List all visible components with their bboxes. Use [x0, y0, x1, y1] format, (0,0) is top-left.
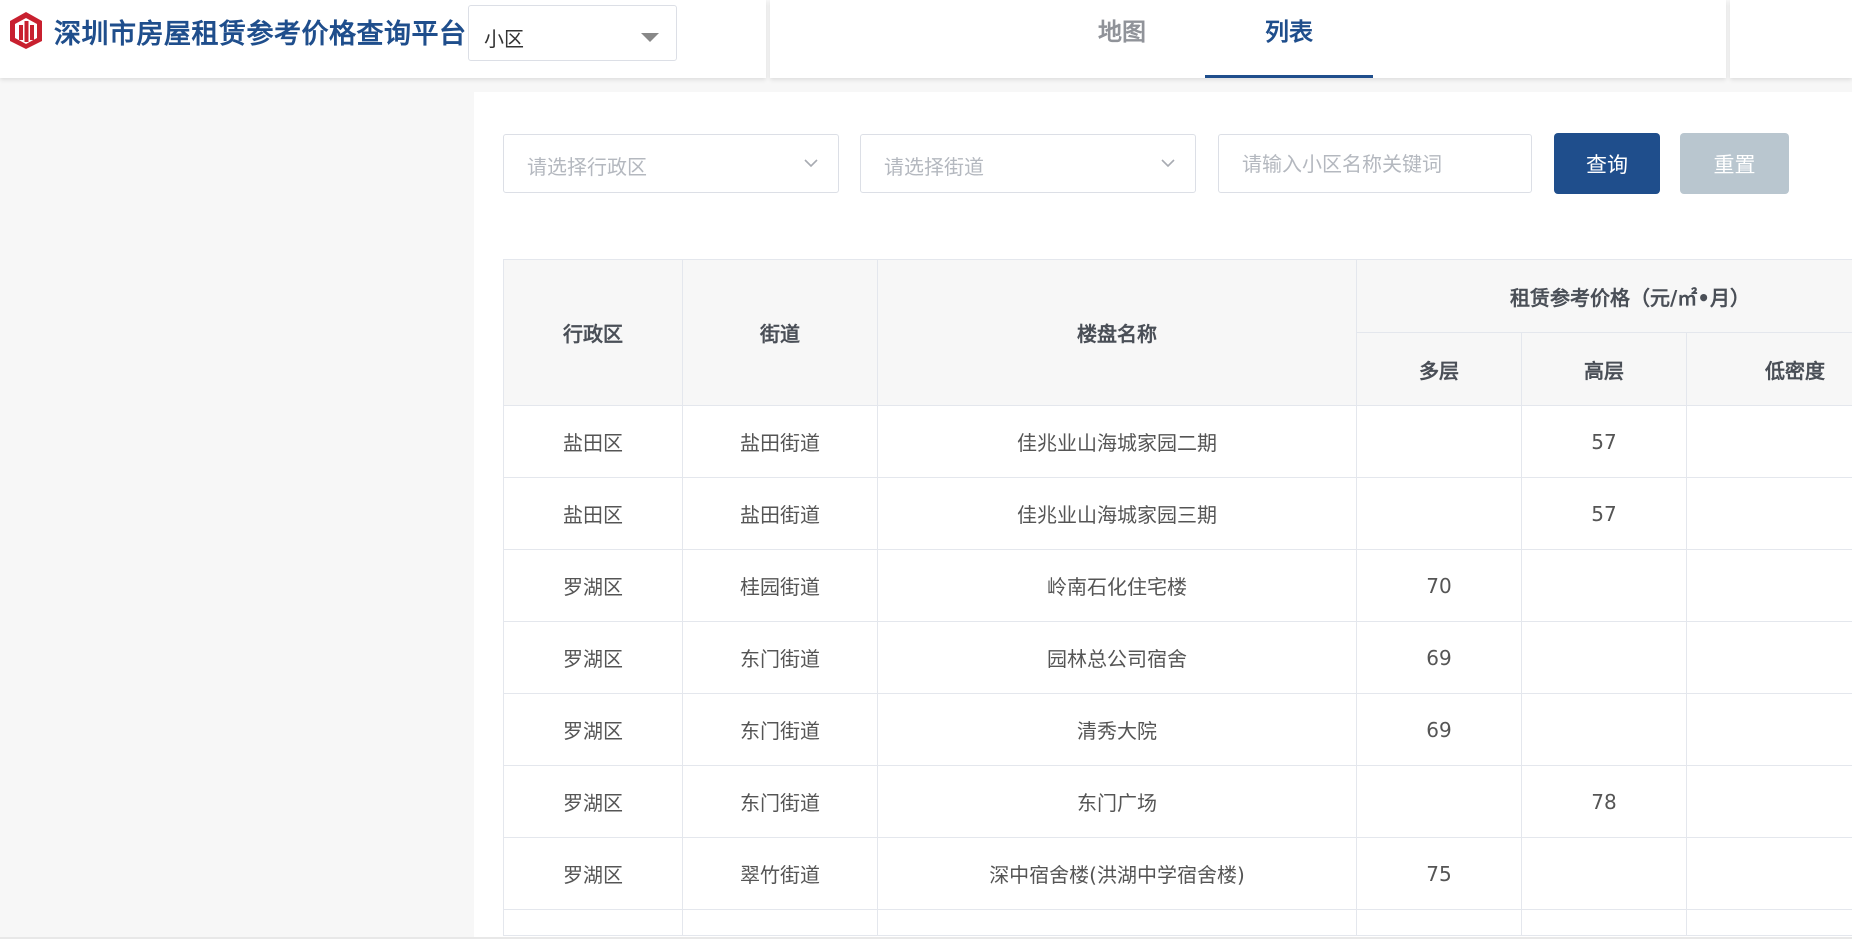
estate-keyword-input[interactable]: [1218, 134, 1532, 193]
cell-high: 57: [1521, 405, 1687, 478]
cell-street: 东门街道: [682, 765, 878, 838]
cell-multi: [1356, 477, 1522, 550]
col-street-header: 街道: [682, 259, 878, 406]
cell-high: 57: [1521, 477, 1687, 550]
cell-multi: 69: [1356, 621, 1522, 694]
district-select[interactable]: 请选择行政区: [503, 134, 839, 193]
street-placeholder: 请选择街道: [884, 155, 984, 179]
header-right: [1730, 0, 1852, 78]
cell-street: 翠竹街道: [682, 837, 878, 910]
cell-multi: 69: [1356, 693, 1522, 766]
col-low-header: 低密度: [1685, 332, 1852, 406]
table-row: 盐田区 盐田街道 佳兆业山海城家园二期 57: [503, 405, 1852, 478]
cell-district: 罗湖区: [503, 765, 683, 838]
cell-district: 罗湖区: [503, 621, 683, 694]
col-high-header: 高层: [1521, 332, 1687, 406]
table-row: 罗湖区 翠竹街道 深中宿舍楼(洪湖中学宿舍楼) 75: [503, 837, 1852, 910]
cell-street: 东门街道: [682, 621, 878, 694]
cell-district: 盐田区: [503, 477, 683, 550]
tab-map[interactable]: 地图: [1038, 0, 1206, 78]
cell-high: [1521, 621, 1687, 694]
table-row: 罗湖区 桂园街道 岭南石化住宅楼 70: [503, 549, 1852, 622]
col-estate-header: 楼盘名称: [877, 259, 1357, 406]
cell-street: 盐田街道: [682, 405, 878, 478]
site-title: 深圳市房屋租赁参考价格查询平台: [54, 19, 467, 50]
search-type-value: 小区: [484, 27, 524, 51]
cell-low: [1685, 477, 1852, 550]
cell-low: [1685, 837, 1852, 910]
chevron-down-icon: [804, 159, 818, 168]
cell-multi: [1356, 765, 1522, 838]
price-group-header: 租赁参考价格（元/㎡•月）: [1355, 259, 1852, 333]
search-type-dropdown[interactable]: 小区: [468, 5, 677, 61]
reset-button[interactable]: 重置: [1680, 133, 1789, 194]
cell-estate: 佳兆业山海城家园三期: [877, 477, 1357, 550]
cell-low: [1685, 405, 1852, 478]
cell-estate: 深中宿舍楼(洪湖中学宿舍楼): [877, 837, 1357, 910]
cell-street: 桂园街道: [682, 549, 878, 622]
cell-estate: 东门广场: [877, 765, 1357, 838]
cell-estate: 清秀大院: [877, 693, 1357, 766]
cell-district: 罗湖区: [503, 549, 683, 622]
cell-street: 盐田街道: [682, 477, 878, 550]
cell-estate: 岭南石化住宅楼: [877, 549, 1357, 622]
cell-high: [1521, 837, 1687, 910]
cell-empty: [1521, 909, 1687, 936]
view-tabs: 地图 列表: [770, 0, 1726, 78]
cell-low: [1685, 765, 1852, 838]
cell-low: [1685, 621, 1852, 694]
cell-multi: 70: [1356, 549, 1522, 622]
cell-empty: [682, 909, 878, 936]
cell-empty: [1685, 909, 1852, 936]
table-row-partial: [503, 909, 1852, 936]
cell-high: [1521, 549, 1687, 622]
street-select[interactable]: 请选择街道: [860, 134, 1196, 193]
tab-list[interactable]: 列表: [1205, 0, 1373, 78]
cell-multi: [1356, 405, 1522, 478]
table-row: 罗湖区 东门街道 清秀大院 69: [503, 693, 1852, 766]
cell-district: 罗湖区: [503, 837, 683, 910]
table-row: 罗湖区 东门街道 园林总公司宿舍 69: [503, 621, 1852, 694]
col-district-header: 行政区: [503, 259, 683, 406]
cell-estate: 佳兆业山海城家园二期: [877, 405, 1357, 478]
district-placeholder: 请选择行政区: [527, 155, 647, 179]
cell-district: 盐田区: [503, 405, 683, 478]
cell-empty: [877, 909, 1357, 936]
cell-estate: 园林总公司宿舍: [877, 621, 1357, 694]
caret-down-icon: [641, 33, 659, 42]
cell-low: [1685, 693, 1852, 766]
col-multi-header: 多层: [1356, 332, 1522, 406]
cell-district: 罗湖区: [503, 693, 683, 766]
cell-multi: 75: [1356, 837, 1522, 910]
table-row: 盐田区 盐田街道 佳兆业山海城家园三期 57: [503, 477, 1852, 550]
cell-low: [1685, 549, 1852, 622]
header-left: 深圳市房屋租赁参考价格查询平台 小区: [0, 0, 766, 78]
cell-high: 78: [1521, 765, 1687, 838]
cell-high: [1521, 693, 1687, 766]
query-button[interactable]: 查询: [1554, 133, 1660, 194]
cell-empty: [503, 909, 683, 936]
rent-price-table: 行政区 街道 楼盘名称 租赁参考价格（元/㎡•月） 多层 高层 低密度 盐田区 …: [503, 259, 1852, 936]
cell-street: 东门街道: [682, 693, 878, 766]
chevron-down-icon: [1161, 159, 1175, 168]
table-row: 罗湖区 东门街道 东门广场 78: [503, 765, 1852, 838]
cell-empty: [1356, 909, 1522, 936]
building-logo-icon: [10, 12, 42, 49]
